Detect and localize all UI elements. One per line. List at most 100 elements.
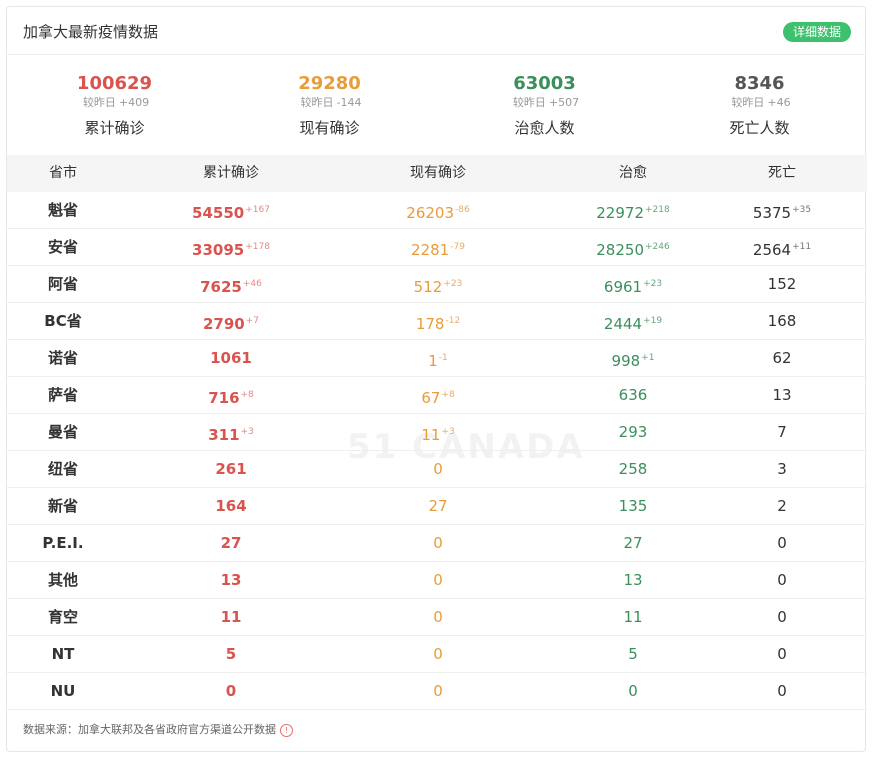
cell-current: 0: [343, 636, 533, 672]
cell-province: 其他: [7, 562, 119, 598]
cell-cured-value: 13: [623, 571, 643, 589]
epidemic-card: 加拿大最新疫情数据 详细数据 100629 较昨日 +409 累计确诊 29280 较昨日…: [6, 6, 867, 752]
cell-confirmed-increment: +178: [245, 242, 270, 252]
stat-delta: 较昨日 +46: [652, 95, 867, 111]
stat-label: 现有确诊: [299, 119, 360, 137]
cell-dead-value: 62: [772, 349, 792, 367]
table-row[interactable]: 新省 164 27 135 2: [7, 488, 867, 525]
cell-confirmed: 261: [119, 451, 343, 487]
cell-dead: 7: [697, 414, 867, 450]
stat-delta-value: +409: [118, 96, 150, 109]
header-confirmed[interactable]: 累计确诊: [119, 155, 343, 191]
table-row[interactable]: 魁省 54550+167 26203-86 22972+218 5375+35: [7, 192, 867, 229]
stat-label: 治愈人数: [514, 119, 575, 137]
cell-dead-value: 5375: [752, 204, 792, 222]
cell-province: 萨省: [7, 377, 119, 413]
cell-province-value: BC省: [44, 312, 82, 330]
cell-confirmed-value: 716: [208, 389, 240, 407]
cell-current: 11+3: [343, 414, 533, 450]
cell-current-increment: -1: [438, 353, 448, 363]
cell-province: 阿省: [7, 266, 119, 302]
cell-current: 2281-79: [343, 229, 533, 265]
table-row[interactable]: 曼省 311+3 11+3 293 7: [7, 414, 867, 451]
stat-delta-label: 较昨日: [300, 96, 334, 109]
table-row[interactable]: NT 5 0 5 0: [7, 636, 867, 673]
cell-confirmed-value: 5: [225, 645, 237, 663]
cell-dead: 0: [697, 562, 867, 598]
cell-province-value: 新省: [47, 497, 78, 515]
cell-province-value: 萨省: [47, 386, 78, 404]
cell-confirmed: 716+8: [119, 377, 343, 413]
cell-province: 曼省: [7, 414, 119, 450]
stat-delta-label: 较昨日: [82, 96, 116, 109]
table-row[interactable]: NU 0 0 0 0: [7, 673, 867, 710]
stat-delta-value: -144: [336, 96, 362, 109]
cell-current-value: 178: [415, 315, 445, 333]
cell-dead-value: 0: [777, 608, 787, 626]
cell-current: 67+8: [343, 377, 533, 413]
cell-dead-value: 3: [777, 460, 787, 478]
stat-delta: 较昨日 +507: [437, 95, 652, 111]
cell-province-value: 曼省: [47, 423, 78, 441]
detail-data-button[interactable]: 详细数据: [782, 22, 851, 42]
cell-confirmed-increment: +46: [242, 279, 262, 289]
cell-province: 育空: [7, 599, 119, 635]
cell-current: 0: [343, 562, 533, 598]
table-row[interactable]: 诺省 1061 1-1 998+1 62: [7, 340, 867, 377]
table-row[interactable]: P.E.I. 27 0 27 0: [7, 525, 867, 562]
cell-current-increment: +23: [443, 279, 463, 289]
info-icon[interactable]: !: [280, 723, 293, 737]
cell-confirmed-value: 0: [225, 682, 237, 700]
cell-province: 诺省: [7, 340, 119, 376]
header-dead[interactable]: 死亡: [697, 155, 867, 191]
cell-dead: 152: [697, 266, 867, 302]
cell-current-value: 512: [413, 278, 443, 296]
summary-stat: 100629 较昨日 +409 累计确诊: [7, 73, 222, 138]
province-table: 省市 累计确诊 现有确诊 治愈 死亡 魁省 54550+167 26203-86 22…: [7, 155, 867, 710]
cell-current-value: 0: [433, 682, 443, 700]
cell-cured-value: 27: [623, 534, 643, 552]
cell-province: 魁省: [7, 192, 119, 228]
cell-confirmed-increment: +3: [240, 427, 254, 437]
cell-dead-value: 7: [777, 423, 787, 441]
cell-current: 27: [343, 488, 533, 524]
cell-confirmed: 5: [119, 636, 343, 672]
cell-current-value: 0: [433, 534, 443, 552]
cell-confirmed-value: 2790: [202, 315, 245, 333]
cell-confirmed-value: 54550: [192, 204, 245, 222]
table-row[interactable]: BC省 2790+7 178-12 2444+19 168: [7, 303, 867, 340]
cell-cured-value: 5: [628, 645, 638, 663]
table-row[interactable]: 安省 33095+178 2281-79 28250+246 2564+11: [7, 229, 867, 266]
cell-confirmed: 33095+178: [119, 229, 343, 265]
data-source-text: 数据来源：加拿大联邦及各省政府官方渠道公开数据: [23, 723, 276, 736]
table-row[interactable]: 纽省 261 0 258 3: [7, 451, 867, 488]
header-province[interactable]: 省市: [7, 155, 119, 191]
cell-cured-value: 0: [628, 682, 638, 700]
cell-province-value: 诺省: [47, 349, 78, 367]
cell-confirmed-increment: +167: [245, 205, 270, 215]
cell-province: 新省: [7, 488, 119, 524]
page-title: 加拿大最新疫情数据: [23, 23, 159, 41]
cell-current: 0: [343, 451, 533, 487]
table-row[interactable]: 萨省 716+8 67+8 636 13: [7, 377, 867, 414]
cell-dead-value: 0: [777, 534, 787, 552]
cell-confirmed: 0: [119, 673, 343, 709]
cell-cured-value: 998: [611, 352, 641, 370]
table-row[interactable]: 阿省 7625+46 512+23 6961+23 152: [7, 266, 867, 303]
cell-current-value: 0: [433, 571, 443, 589]
cell-cured-increment: +246: [644, 242, 670, 252]
cell-province-value: 其他: [47, 571, 78, 589]
stat-delta-value: +46: [767, 96, 791, 109]
table-row[interactable]: 其他 13 0 13 0: [7, 562, 867, 599]
table-row[interactable]: 育空 11 0 11 0: [7, 599, 867, 636]
data-source-footer: 数据来源：加拿大联邦及各省政府官方渠道公开数据!: [23, 721, 293, 737]
header-current[interactable]: 现有确诊: [343, 155, 533, 191]
cell-confirmed: 11: [119, 599, 343, 635]
stat-delta: 较昨日 -144: [222, 95, 437, 111]
cell-dead-value: 152: [767, 275, 797, 293]
cell-confirmed-value: 1061: [210, 349, 252, 367]
summary-stat: 63003 较昨日 +507 治愈人数: [437, 73, 652, 138]
cell-dead: 0: [697, 525, 867, 561]
cell-cured-value: 2444: [603, 315, 643, 333]
cell-current-increment: +3: [441, 427, 455, 437]
